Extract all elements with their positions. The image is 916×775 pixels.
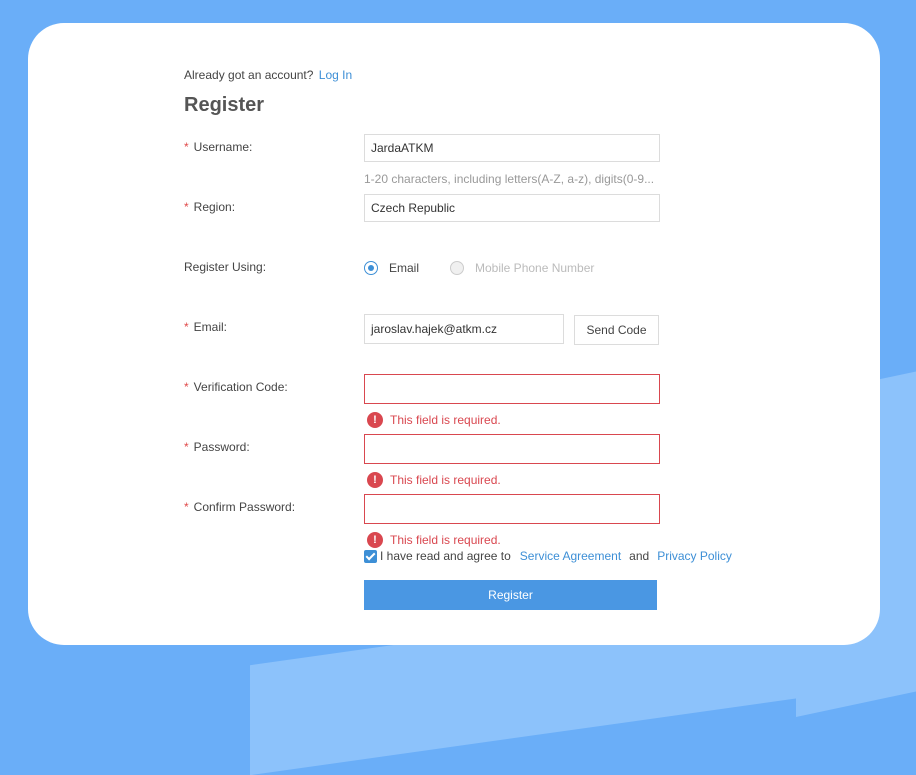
error-icon: !: [367, 412, 383, 428]
register-form: Already got an account? Log In Register …: [184, 23, 884, 645]
error-text: This field is required.: [390, 533, 501, 547]
radio-mobile-label: Mobile Phone Number: [475, 261, 595, 275]
login-prompt: Already got an account? Log In: [184, 68, 352, 82]
error-icon: !: [367, 532, 383, 548]
privacy-policy-link[interactable]: Privacy Policy: [657, 549, 732, 563]
radio-mobile[interactable]: Mobile Phone Number: [450, 261, 594, 275]
register-using-label: Register Using:: [184, 260, 267, 274]
radio-email-button[interactable]: [364, 261, 378, 275]
agreement-text: I have read and agree to: [380, 549, 511, 563]
required-mark: *: [184, 500, 189, 514]
service-agreement-link[interactable]: Service Agreement: [520, 549, 621, 563]
error-text: This field is required.: [390, 413, 501, 427]
agreement-checkbox[interactable]: [364, 549, 377, 563]
required-mark: *: [184, 200, 189, 214]
required-mark: *: [184, 380, 189, 394]
login-prompt-text: Already got an account?: [184, 68, 314, 82]
username-label: * Username:: [184, 140, 253, 154]
required-mark: *: [184, 140, 189, 154]
confirm-password-error: ! This field is required.: [367, 532, 501, 548]
required-mark: *: [184, 320, 189, 334]
password-label: * Password:: [184, 440, 250, 454]
email-input[interactable]: jaroslav.hajek@atkm.cz: [364, 314, 564, 344]
radio-email[interactable]: Email: [364, 261, 419, 275]
region-select[interactable]: Czech Republic: [364, 194, 660, 222]
password-error: ! This field is required.: [367, 472, 501, 488]
agreement-and: and: [629, 549, 650, 563]
page-title: Register: [184, 94, 265, 116]
error-text: This field is required.: [390, 473, 501, 487]
email-label: * Email:: [184, 320, 228, 334]
register-button[interactable]: Register: [364, 580, 657, 610]
required-mark: *: [184, 440, 189, 454]
verification-code-input[interactable]: [364, 374, 660, 404]
username-input[interactable]: JardaATKM: [364, 134, 660, 162]
username-hint: 1-20 characters, including letters(A-Z, …: [364, 172, 655, 186]
radio-mobile-button[interactable]: [450, 261, 464, 275]
radio-email-label: Email: [389, 261, 420, 275]
agreement-row: I have read and agree to Service Agreeme…: [364, 549, 732, 563]
confirm-password-input[interactable]: [364, 494, 660, 524]
error-icon: !: [367, 472, 383, 488]
register-card: Already got an account? Log In Register …: [28, 23, 880, 645]
password-input[interactable]: [364, 434, 660, 464]
login-link[interactable]: Log In: [319, 68, 352, 82]
region-label: * Region:: [184, 200, 236, 214]
confirm-password-label: * Confirm Password:: [184, 500, 296, 514]
send-code-button[interactable]: Send Code: [574, 315, 659, 345]
verification-code-label: * Verification Code:: [184, 380, 288, 394]
verification-code-error: ! This field is required.: [367, 412, 501, 428]
